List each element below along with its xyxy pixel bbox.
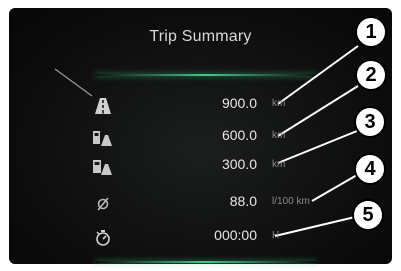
stopwatch-icon <box>96 230 110 246</box>
fuel-range-alt-value: 300.0 <box>221 156 257 172</box>
callout-badge-1: 1 <box>355 16 387 48</box>
fuel-range-unit: km <box>272 130 286 141</box>
row-fuel-range-alt: 300.0 km <box>0 156 401 178</box>
fuel-range-value: 600.0 <box>221 127 257 143</box>
row-fuel-range: 600.0 km <box>0 127 401 149</box>
total-distance-value: 900.0 <box>221 95 257 111</box>
total-distance-unit: km <box>272 98 286 109</box>
row-average-consumption: 88.0 l/100 km <box>0 193 401 215</box>
callout-badge-2: 2 <box>355 59 387 91</box>
average-diameter-icon <box>97 197 109 211</box>
trip-time-unit: H <box>272 230 280 241</box>
callout-badge-5: 5 <box>352 199 384 231</box>
fuel-range-icon <box>93 131 112 146</box>
average-consumption-value: 88.0 <box>229 193 257 209</box>
callout-badge-4: 4 <box>354 153 386 185</box>
fuel-range-alt-icon <box>93 160 112 175</box>
callout-badge-3: 3 <box>354 106 386 138</box>
pointer-line <box>54 68 93 97</box>
fuel-range-alt-unit: km <box>272 159 286 170</box>
row-total-distance: 900.0 km <box>0 95 401 117</box>
trip-time-value: 000:00 <box>214 227 257 243</box>
road-distance-icon <box>95 98 111 114</box>
manual-figure: Trip Summary 900.0 km 600.0 km 300.0 km … <box>0 0 401 271</box>
average-consumption-unit: l/100 km <box>272 196 310 207</box>
row-trip-time: 000:00 H <box>0 227 401 249</box>
